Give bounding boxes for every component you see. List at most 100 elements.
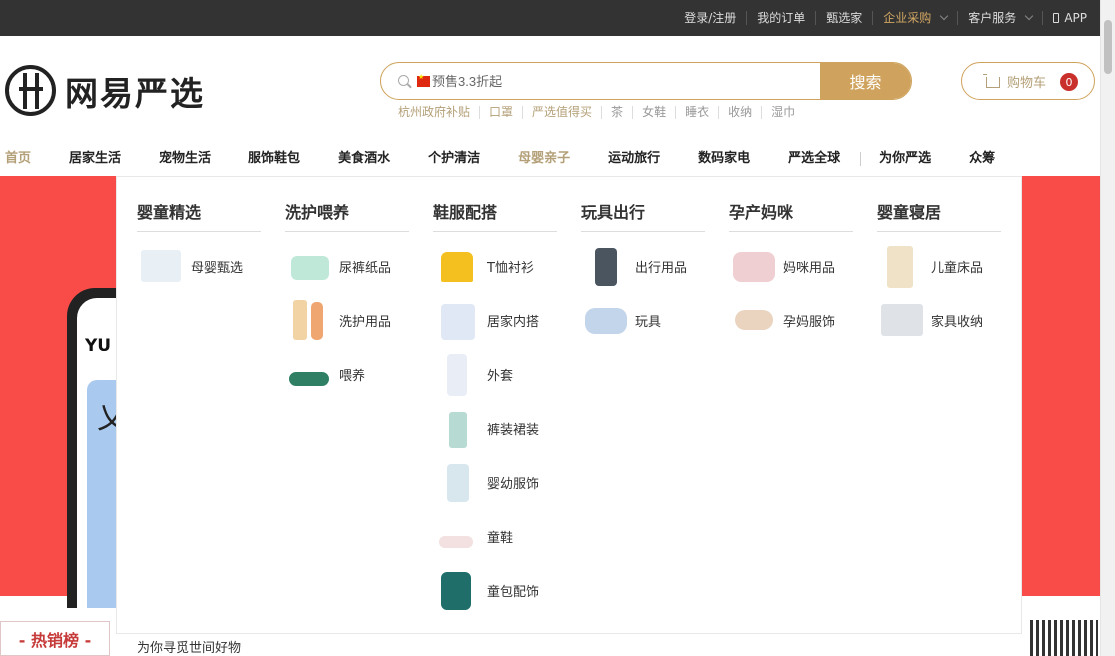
subcategory-item[interactable]: 居家内搭 (435, 295, 575, 345)
hotword[interactable]: 杭州政府补贴 (398, 106, 479, 119)
column-title[interactable]: 婴童精选 (137, 199, 261, 232)
subcategory-item[interactable]: 孕妈服饰 (731, 295, 871, 345)
subcategory-item[interactable]: 喂养 (287, 349, 427, 399)
subcategory-item[interactable]: T恤衬衫 (435, 241, 575, 291)
subcategory-item[interactable]: 玩具 (583, 295, 723, 345)
enterprise-label: 企业采购 (883, 11, 932, 25)
nav-item-sports[interactable]: 运动旅行 (608, 146, 660, 176)
subcategory-label: 裤装裙装 (487, 422, 540, 438)
subcategory-label: 出行用品 (635, 260, 688, 276)
chevron-down-icon (940, 11, 949, 21)
kids-bag-thumbnail (435, 568, 481, 612)
zhenxuanjia-link[interactable]: 甄选家 (815, 11, 872, 25)
pants-thumbnail (435, 406, 481, 450)
nav-divider (860, 152, 862, 166)
subcategory-item[interactable]: 妈咪用品 (731, 241, 871, 291)
hotword[interactable]: 茶 (601, 106, 632, 119)
login-link[interactable]: 登录/注册 (674, 11, 746, 25)
subcategory-label: 妈咪用品 (783, 260, 836, 276)
rocking-horse-thumbnail (583, 298, 629, 342)
top-links: 登录/注册 我的订单 甄选家 企业采购 客户服务 APP (674, 0, 1097, 36)
stroller-thumbnail (583, 244, 629, 288)
subcategory-label: 母婴甄选 (191, 260, 244, 276)
diaper-pack-thumbnail (287, 244, 333, 288)
enterprise-link[interactable]: 企业采购 (872, 11, 957, 25)
subcategory-label: 婴幼服饰 (487, 476, 540, 492)
subcategory-item[interactable]: 外套 (435, 349, 575, 399)
top-bar: 登录/注册 我的订单 甄选家 企业采购 客户服务 APP (0, 0, 1115, 36)
nav-item-home[interactable]: 首页 (5, 146, 32, 178)
search-input[interactable] (430, 63, 820, 99)
subcategory-item[interactable]: 童鞋 (435, 511, 575, 561)
cart-count-badge: 0 (1060, 73, 1078, 91)
subcategory-label: 洗护用品 (339, 314, 392, 330)
pajama-set-thumbnail (435, 298, 481, 342)
search-box: 搜索 (380, 62, 912, 100)
subcategory-label: 喂养 (339, 368, 366, 384)
cart-button[interactable]: 购物车 0 (961, 62, 1095, 100)
column-title[interactable]: 鞋服配搭 (433, 199, 557, 232)
subcategory-item[interactable]: 母婴甄选 (139, 241, 279, 291)
coat-thumbnail (435, 352, 481, 396)
subcategory-item[interactable]: 儿童床品 (879, 241, 1019, 291)
breast-pump-thumbnail (731, 244, 777, 288)
subcategory-item[interactable]: 家具收纳 (879, 295, 1019, 345)
maternity-bra-thumbnail (731, 298, 777, 342)
nav-item-personal-care[interactable]: 个护清洁 (428, 146, 480, 176)
subcategory-label: 孕妈服饰 (783, 314, 836, 330)
qr-code-image (1030, 620, 1098, 656)
nav-item-apparel[interactable]: 服饰鞋包 (248, 146, 300, 176)
subcategory-item[interactable]: 婴幼服饰 (435, 457, 575, 507)
orders-link[interactable]: 我的订单 (746, 11, 815, 25)
kids-desk-thumbnail (879, 298, 925, 342)
column-title[interactable]: 孕产妈咪 (729, 199, 853, 232)
subcategory-label: 居家内搭 (487, 314, 540, 330)
nav-item-for-you[interactable]: 为你严选 (879, 146, 931, 176)
logo[interactable]: 网易严选 (5, 65, 205, 116)
subcategory-label: 尿裤纸品 (339, 260, 392, 276)
column-title[interactable]: 婴童寝居 (877, 199, 1001, 232)
romper-thumbnail (435, 460, 481, 504)
nav-item-baby[interactable]: 母婴亲子 (518, 146, 571, 178)
service-link[interactable]: 客户服务 (957, 11, 1042, 25)
scrollbar[interactable] (1100, 0, 1115, 656)
column-title[interactable]: 玩具出行 (581, 199, 705, 232)
main-nav: 首页 居家生活 宠物生活 服饰鞋包 美食酒水 个护清洁 母婴亲子 运动旅行 数码… (0, 146, 995, 178)
hotword[interactable]: 严选值得买 (522, 106, 601, 119)
scrollbar-thumb[interactable] (1104, 20, 1112, 74)
nav-item-digital[interactable]: 数码家电 (698, 146, 750, 176)
slogan-text: 为你寻觅世间好物 (137, 641, 242, 656)
nav-item-global[interactable]: 严选全球 (788, 146, 840, 176)
subcategory-item[interactable]: 裤装裙装 (435, 403, 575, 453)
phone-icon (1053, 13, 1060, 23)
nav-item-food[interactable]: 美食酒水 (338, 146, 390, 176)
hot-search-words: 杭州政府补贴 口罩 严选值得买 茶 女鞋 睡衣 收纳 湿巾 (398, 106, 804, 119)
logo-mark-icon (5, 65, 56, 116)
crib-mat-thumbnail (879, 244, 925, 288)
china-flag-icon (417, 73, 430, 87)
nav-item-home-living[interactable]: 居家生活 (69, 146, 121, 176)
app-link[interactable]: APP (1042, 11, 1097, 25)
subcategory-item[interactable]: 出行用品 (583, 241, 723, 291)
category-dropdown: 婴童精选 母婴甄选 洗护喂养 尿裤纸品 洗护用品 喂养 鞋服配搭 T恤衬衫 居家… (116, 176, 1022, 634)
hotword[interactable]: 湿巾 (761, 106, 804, 119)
search-button[interactable]: 搜索 (820, 63, 911, 99)
hotword[interactable]: 收纳 (718, 106, 761, 119)
subcategory-item[interactable]: 童包配饰 (435, 565, 575, 615)
feeding-set-thumbnail (287, 352, 333, 396)
cart-label: 购物车 (1007, 75, 1047, 91)
hotword[interactable]: 口罩 (479, 106, 522, 119)
hotword[interactable]: 睡衣 (675, 106, 718, 119)
subcategory-item[interactable]: 洗护用品 (287, 295, 427, 345)
hotword[interactable]: 女鞋 (632, 106, 675, 119)
column-title[interactable]: 洗护喂养 (285, 199, 409, 232)
subcategory-label: 家具收纳 (931, 314, 984, 330)
nav-item-pets[interactable]: 宠物生活 (159, 146, 211, 176)
service-label: 客户服务 (968, 11, 1017, 25)
cart-icon (983, 73, 1000, 88)
hot-list-tab[interactable]: - 热销榜 - (0, 621, 110, 656)
subcategory-item[interactable]: 尿裤纸品 (287, 241, 427, 291)
kids-shoe-thumbnail (435, 514, 481, 558)
nav-item-crowdfunding[interactable]: 众筹 (969, 146, 995, 176)
app-label: APP (1064, 11, 1087, 25)
